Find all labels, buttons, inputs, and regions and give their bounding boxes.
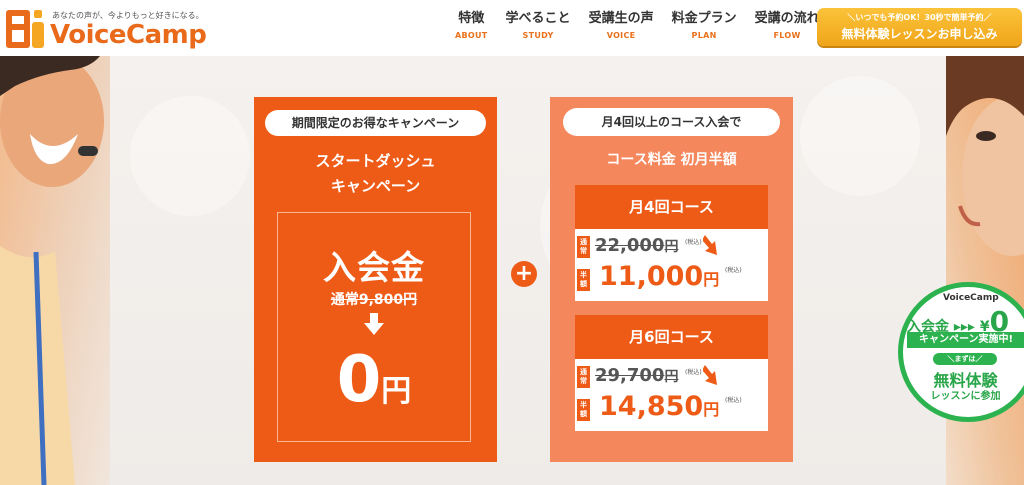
badge-first-label: ＼まずは／ bbox=[933, 353, 997, 365]
old-price-row: 通常 29,700円 (税込) bbox=[575, 359, 768, 391]
old-price-row: 通常 22,000円 (税込) bbox=[575, 229, 768, 261]
nav-label: 受講生の声 bbox=[588, 11, 654, 26]
campaign-title-line2: キャンペーン bbox=[330, 177, 421, 195]
nav-sublabel: FLOW bbox=[773, 31, 801, 40]
entrance-fee-box: 入会金 通常9,800円 0円 bbox=[277, 212, 471, 442]
cta-label: 無料体験レッスンお申し込み bbox=[841, 27, 998, 41]
badge-join-label: レッスンに参加 bbox=[930, 391, 1001, 402]
entrance-fee-campaign-card: 期間限定のお得なキャンペーン スタートダッシュ キャンペーン 入会金 通常9,8… bbox=[254, 97, 497, 462]
regular-fee-text: 通常9,800円 bbox=[330, 292, 418, 308]
voicecamp-logo-icon bbox=[6, 10, 44, 48]
tax-note: (税込) bbox=[685, 239, 702, 246]
new-price-yen: 円 bbox=[703, 400, 720, 419]
hero-section: 期間限定のお得なキャンペーン スタートダッシュ キャンペーン 入会金 通常9,8… bbox=[0, 56, 1024, 485]
old-price-yen: 円 bbox=[664, 239, 679, 255]
old-price-value: 29,700 bbox=[595, 365, 665, 386]
nav-item-about[interactable]: 特徴 ABOUT bbox=[446, 10, 497, 50]
course-4-times: 月4回コース 通常 22,000円 (税込) 半額 11,000円 (税込) bbox=[575, 185, 768, 301]
new-price-row: 半額 14,850円 (税込) bbox=[575, 391, 768, 431]
course-offer-subtitle: コース料金 初月半額 bbox=[606, 152, 737, 168]
nav-item-voice[interactable]: 受講生の声 VOICE bbox=[580, 10, 663, 50]
logo-text: VoiceCamp bbox=[50, 20, 207, 50]
campaign-fee-unit: 円 bbox=[381, 374, 412, 409]
nav-item-study[interactable]: 学べること STUDY bbox=[497, 10, 580, 50]
free-trial-round-badge[interactable]: VoiceCamp 入会金 ▸▸▸ ¥0 キャンペーン実施中! ＼まずは／ 無料… bbox=[898, 282, 1024, 422]
nav-label: 特徴 bbox=[458, 11, 485, 26]
campaign-fee: 0円 bbox=[278, 343, 470, 417]
regular-tag: 通常 bbox=[577, 366, 590, 388]
tax-note: (税込) bbox=[725, 267, 742, 274]
cta-subtext: ＼いつでも予約OK！30秒で簡単予約／ bbox=[847, 13, 992, 22]
half-price-tag: 半額 bbox=[577, 399, 590, 421]
main-nav: 特徴 ABOUT 学べること STUDY 受講生の声 VOICE 料金プラン P… bbox=[446, 10, 829, 50]
old-price: 29,700円 bbox=[595, 365, 678, 386]
site-header: あなたの声が、今よりもっと好きになる。 VoiceCamp 特徴 ABOUT 学… bbox=[0, 0, 1024, 56]
new-price-value: 11,000 bbox=[599, 261, 704, 292]
badge-campaign-strip: キャンペーン実施中! bbox=[907, 332, 1024, 348]
nav-sublabel: ABOUT bbox=[455, 31, 488, 40]
course-name: 月6回コース bbox=[575, 315, 768, 359]
course-name: 月4回コース bbox=[575, 185, 768, 229]
old-price-value: 22,000 bbox=[595, 235, 665, 256]
campaign-title-line1: スタートダッシュ bbox=[315, 152, 436, 170]
nav-item-plan[interactable]: 料金プラン PLAN bbox=[663, 10, 746, 50]
old-price: 22,000円 bbox=[595, 235, 678, 256]
down-arrow-icon bbox=[703, 365, 717, 385]
nav-label: 学べること bbox=[505, 11, 571, 26]
logo[interactable]: あなたの声が、今よりもっと好きになる。 VoiceCamp bbox=[4, 4, 224, 52]
tax-note: (税込) bbox=[685, 369, 702, 376]
free-trial-cta-button[interactable]: ＼いつでも予約OK！30秒で簡単予約／ 無料体験レッスンお申し込み bbox=[817, 8, 1022, 46]
nav-sublabel: PLAN bbox=[691, 31, 717, 40]
down-arrow-icon bbox=[703, 235, 717, 255]
regular-fee: 通常9,800円 bbox=[278, 289, 470, 309]
new-price-row: 半額 11,000円 (税込) bbox=[575, 261, 768, 301]
tax-note: (税込) bbox=[725, 397, 742, 404]
new-price-value: 14,850 bbox=[599, 391, 704, 422]
nav-label: 受講の流れ bbox=[754, 11, 820, 26]
nav-label: 料金プラン bbox=[671, 11, 737, 26]
down-arrow-icon bbox=[364, 313, 384, 335]
old-price-yen: 円 bbox=[664, 369, 679, 385]
half-price-tag: 半額 bbox=[577, 269, 590, 291]
course-discount-card: 月4回以上のコース入会で コース料金 初月半額 月4回コース 通常 22,000… bbox=[550, 97, 793, 462]
new-price-yen: 円 bbox=[703, 270, 720, 289]
new-price: 11,000円 bbox=[599, 261, 719, 292]
campaign-badge: 期間限定のお得なキャンペーン bbox=[265, 110, 486, 136]
new-price: 14,850円 bbox=[599, 391, 719, 422]
course-offer-badge: 月4回以上のコース入会で bbox=[563, 108, 780, 136]
campaign-fee-number: 0 bbox=[336, 343, 382, 417]
regular-tag: 通常 bbox=[577, 236, 590, 258]
nav-sublabel: STUDY bbox=[522, 31, 554, 40]
course-6-times: 月6回コース 通常 29,700円 (税込) 半額 14,850円 (税込) bbox=[575, 315, 768, 431]
plus-icon: + bbox=[511, 261, 537, 287]
nav-sublabel: VOICE bbox=[606, 31, 636, 40]
badge-logo: VoiceCamp bbox=[943, 293, 999, 303]
entrance-fee-label: 入会金 bbox=[323, 248, 425, 287]
campaign-title: スタートダッシュ キャンペーン bbox=[254, 149, 497, 199]
smiling-man-photo bbox=[0, 56, 104, 485]
